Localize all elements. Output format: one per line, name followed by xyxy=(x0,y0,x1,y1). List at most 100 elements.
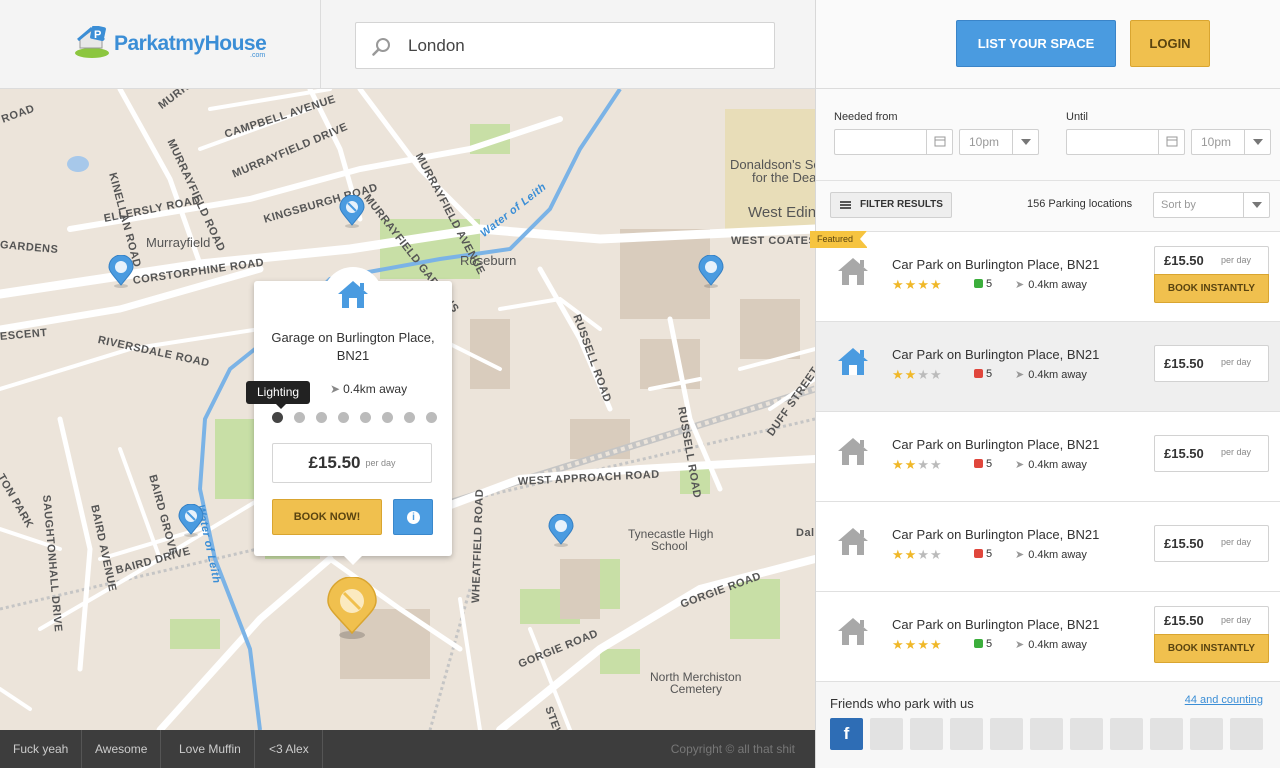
friend-avatar[interactable] xyxy=(990,718,1023,750)
thumbs-down-icon xyxy=(974,369,983,378)
result-name[interactable]: Car Park on Burlington Place, BN21 xyxy=(892,437,1099,452)
search-input[interactable] xyxy=(408,33,758,59)
until-date-input[interactable] xyxy=(1066,129,1185,155)
lighting-icon[interactable] xyxy=(272,412,283,423)
friend-avatar[interactable] xyxy=(870,718,903,750)
list-your-space-button[interactable]: LIST YOUR SPACE xyxy=(956,20,1116,67)
footer-link[interactable]: Love Muffin xyxy=(166,730,255,768)
amenity-icon[interactable] xyxy=(426,412,437,423)
calendar-icon[interactable] xyxy=(1158,130,1184,154)
star-icon: ★ xyxy=(892,547,905,562)
result-name[interactable]: Car Park on Burlington Place, BN21 xyxy=(892,617,1099,632)
star-icon: ★ xyxy=(892,457,905,472)
result-price: £15.50 xyxy=(1164,446,1204,461)
star-icon: ★ xyxy=(929,367,943,382)
book-instantly-button[interactable]: BOOK INSTANTLY xyxy=(1154,274,1269,303)
needed-from-label: Needed from xyxy=(834,111,898,123)
footer-link[interactable]: Fuck yeah xyxy=(0,730,83,768)
chevron-down-icon xyxy=(1012,130,1038,154)
rating-stars: ★★★★ xyxy=(892,367,943,383)
navigation-arrow-icon: ➤ xyxy=(1015,459,1025,471)
site-logo[interactable]: P ParkatmyHouse .com xyxy=(74,26,274,62)
star-icon: ★ xyxy=(904,367,918,382)
until-label: Until xyxy=(1066,111,1089,123)
calendar-icon[interactable] xyxy=(926,130,952,154)
vote-count: 5 xyxy=(974,368,992,380)
popup-price: £15.50 xyxy=(308,453,361,472)
friend-avatar[interactable] xyxy=(950,718,983,750)
map-label: West Edin xyxy=(748,204,815,221)
amenity-icon[interactable] xyxy=(316,412,327,423)
star-icon: ★ xyxy=(917,277,930,292)
thumbs-up-icon xyxy=(974,639,983,648)
result-name[interactable]: Car Park on Burlington Place, BN21 xyxy=(892,527,1099,542)
facebook-button[interactable]: f xyxy=(830,718,863,750)
result-item[interactable]: Car Park on Burlington Place, BN21 ★★★★ 5 ➤… xyxy=(816,501,1280,591)
list-icon xyxy=(840,201,851,209)
filter-results-button[interactable]: FILTER RESULTS xyxy=(830,192,952,218)
star-icon: ★ xyxy=(917,457,930,472)
navigation-arrow-icon: ➤ xyxy=(1015,279,1025,291)
vote-count-value: 5 xyxy=(986,548,993,560)
footer-link[interactable]: Awesome xyxy=(82,730,162,768)
amenity-icon[interactable] xyxy=(382,412,393,423)
footer-link[interactable]: <3 Alex xyxy=(256,730,323,768)
rating-stars: ★★★★ xyxy=(892,547,943,563)
until-time-select[interactable]: 10pm xyxy=(1191,129,1271,155)
result-distance-text: 0.4km away xyxy=(1028,279,1087,291)
star-icon: ★ xyxy=(892,367,905,382)
star-icon: ★ xyxy=(929,457,943,472)
from-date-input[interactable] xyxy=(834,129,953,155)
vote-count-value: 5 xyxy=(986,458,993,470)
book-instantly-button[interactable]: BOOK INSTANTLY xyxy=(1154,634,1269,663)
login-button[interactable]: LOGIN xyxy=(1130,20,1210,67)
search-box[interactable] xyxy=(355,22,775,69)
thumbs-up-icon xyxy=(974,279,983,288)
friend-avatar[interactable] xyxy=(1070,718,1103,750)
map-pin-icon[interactable] xyxy=(108,255,134,289)
friend-avatar[interactable] xyxy=(1230,718,1263,750)
result-price: £15.50 xyxy=(1164,613,1204,628)
info-button[interactable]: i xyxy=(393,499,433,535)
friends-count-link[interactable]: 44 and counting xyxy=(1185,694,1263,706)
sort-by-select[interactable]: Sort by xyxy=(1153,192,1270,218)
friend-avatar[interactable] xyxy=(910,718,943,750)
popup-per-day: per day xyxy=(365,458,396,468)
result-name[interactable]: Car Park on Burlington Place, BN21 xyxy=(892,347,1099,362)
result-price: £15.50 xyxy=(1164,356,1204,371)
house-icon xyxy=(838,528,868,555)
map-pin-icon[interactable] xyxy=(548,514,574,548)
rating-stars: ★★★★ xyxy=(892,277,943,293)
map-pin-icon[interactable] xyxy=(698,255,724,289)
from-time-select[interactable]: 10pm xyxy=(959,129,1039,155)
amenity-icon[interactable] xyxy=(338,412,349,423)
header-divider xyxy=(320,0,321,89)
result-name[interactable]: Car Park on Burlington Place, BN21 xyxy=(892,257,1099,272)
thumbs-down-icon xyxy=(974,459,983,468)
amenity-icon[interactable] xyxy=(360,412,371,423)
result-distance: ➤ 0.4km away xyxy=(1015,638,1087,651)
amenity-icon[interactable] xyxy=(404,412,415,423)
result-distance: ➤ 0.4km away xyxy=(1015,368,1087,381)
friend-avatar[interactable] xyxy=(1030,718,1063,750)
selected-map-pin-icon[interactable] xyxy=(326,577,378,641)
result-item[interactable]: Featured Car Park on Burlington Place, BN… xyxy=(810,231,1280,321)
friend-avatar[interactable] xyxy=(1190,718,1223,750)
result-item[interactable]: Car Park on Burlington Place, BN21 ★★★★ 5 ➤… xyxy=(816,411,1280,501)
copyright: Copyright © all that shit xyxy=(670,742,795,756)
friend-avatar[interactable] xyxy=(1150,718,1183,750)
map-pin-icon[interactable] xyxy=(339,195,365,229)
map-label: Cemetery xyxy=(670,682,723,696)
book-now-button[interactable]: BOOK NOW! xyxy=(272,499,382,535)
result-item[interactable]: Car Park on Burlington Place, BN21 ★★★★ 5 ➤… xyxy=(816,591,1280,681)
house-icon xyxy=(838,438,868,465)
result-item[interactable]: Car Park on Burlington Place, BN21 ★★★★ 5 ➤… xyxy=(816,321,1280,411)
friend-avatar[interactable] xyxy=(1110,718,1143,750)
tooltip: Lighting xyxy=(246,381,311,409)
vote-count-value: 5 xyxy=(986,278,993,290)
amenity-icon[interactable] xyxy=(294,412,305,423)
rating-stars: ★★★★ xyxy=(892,637,943,653)
sidebar: LIST YOUR SPACE LOGIN Needed from 10pm U… xyxy=(810,0,1280,768)
result-per-day: per day xyxy=(1221,537,1252,547)
map-pin-icon[interactable] xyxy=(178,504,204,538)
